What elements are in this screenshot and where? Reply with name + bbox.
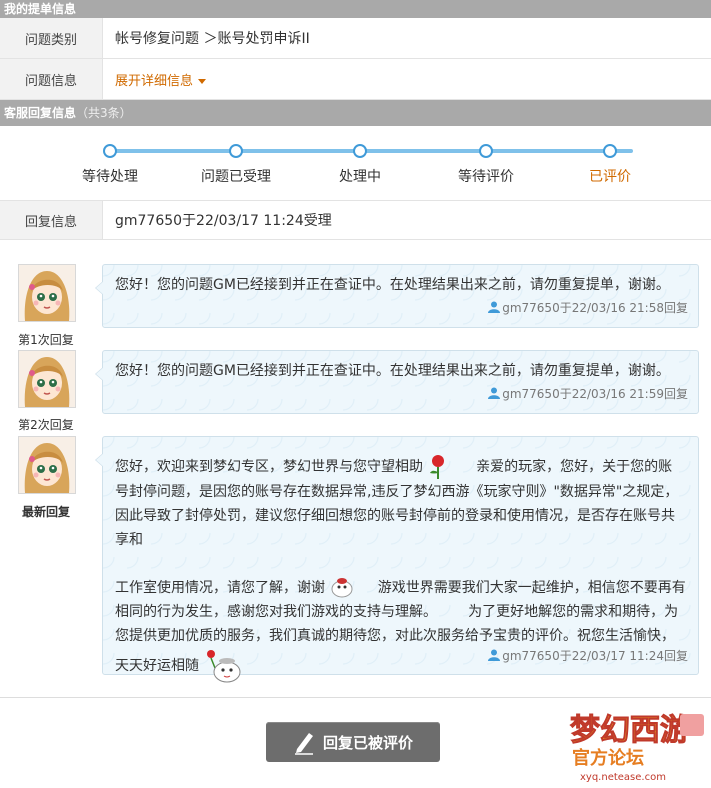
- reply-meta: gm77650于22/03/17 11:24回复: [488, 645, 698, 670]
- pencil-icon: [294, 733, 313, 755]
- progress-step-active: 已评价: [560, 144, 660, 186]
- reply-section-title: 客服回复信息: [4, 106, 77, 120]
- progress-step: 问题已受理: [186, 144, 286, 186]
- ticket-section-title: 我的提单信息: [4, 2, 77, 16]
- avatar-girl-icon: [19, 437, 75, 493]
- progress-tracker: 等待处理 问题已受理 处理中 等待评价 已评价: [0, 126, 711, 201]
- reply-text-part: 您好，欢迎来到梦幻专区，梦幻世界与您守望相助: [115, 459, 423, 475]
- person-icon: [488, 649, 501, 661]
- avatar: [18, 264, 76, 322]
- mascot-icon: [207, 650, 241, 683]
- reply-section-header: 客服回复信息（共3条）: [0, 100, 711, 126]
- rose-icon: [430, 455, 445, 479]
- step-dot: [229, 144, 243, 158]
- svg-text:梦幻西游: 梦幻西游: [570, 713, 690, 748]
- info-label: 问题信息: [0, 59, 103, 99]
- reply-text-part: 工作室使用情况，请您了解，谢谢: [115, 580, 325, 596]
- ticket-section-header: 我的提单信息: [0, 0, 711, 18]
- person-icon: [488, 387, 501, 399]
- reply-bubble: 您好！您的问题GM已经接到并正在查证中。在处理结果出来之前，请勿重复提单，谢谢。…: [95, 264, 699, 328]
- step-dot: [479, 144, 493, 158]
- category-row: 问题类别 帐号修复问题 ＞账号处罚申诉II: [0, 18, 711, 59]
- divider: [0, 697, 711, 698]
- reply-meta-text: gm77650于22/03/16 21:58回复: [502, 301, 688, 315]
- reply-caption: 第1次回复: [18, 333, 74, 347]
- reply-info-label: 回复信息: [0, 201, 103, 239]
- step-label: 已评价: [589, 169, 631, 185]
- category-value: 帐号修复问题 ＞账号处罚申诉II: [115, 31, 310, 47]
- reply-caption: 第2次回复: [18, 418, 74, 432]
- reply-count: （共3条）: [76, 106, 132, 120]
- avatar: [18, 436, 76, 494]
- progress-step: 等待处理: [60, 144, 160, 186]
- avatar-girl-icon: [19, 265, 75, 321]
- rated-button[interactable]: 回复已被评价: [266, 722, 440, 762]
- step-label: 处理中: [339, 169, 381, 185]
- svg-text:官方论坛: 官方论坛: [572, 747, 644, 769]
- person-icon: [488, 301, 501, 313]
- step-label: 问题已受理: [201, 169, 271, 185]
- progress-step: 处理中: [310, 144, 410, 186]
- reply-text: 您好！您的问题GM已经接到并正在查证中。在处理结果出来之前，请勿重复提单，谢谢。: [115, 277, 670, 293]
- reply-bubble-latest: 您好，欢迎来到梦幻专区，梦幻世界与您守望相助 亲爱的玩家，您好，关于您的账号封停…: [95, 436, 699, 683]
- avatar: [18, 350, 76, 408]
- reply-info-row: 回复信息 gm77650于22/03/17 11:24受理: [0, 201, 711, 240]
- game-logo: 梦幻西游 官方论坛 xyq.netease.com: [570, 713, 704, 783]
- reply-text: 您好！您的问题GM已经接到并正在查证中。在处理结果出来之前，请勿重复提单，谢谢。: [115, 363, 670, 379]
- step-label: 等待处理: [82, 169, 138, 185]
- svg-text:xyq.netease.com: xyq.netease.com: [580, 772, 666, 783]
- expand-details-link[interactable]: 展开详细信息: [103, 70, 207, 89]
- reply-meta-text: gm77650于22/03/16 21:59回复: [502, 387, 688, 401]
- reply-meta: gm77650于22/03/16 21:58回复: [103, 297, 698, 322]
- emoticon-icon: [331, 578, 353, 598]
- step-label: 等待评价: [458, 169, 514, 185]
- step-dot: [103, 144, 117, 158]
- reply-text-part: 天天好运相随: [115, 658, 199, 674]
- reply-info-value: gm77650于22/03/17 11:24受理: [115, 213, 332, 229]
- reply-meta: gm77650于22/03/16 21:59回复: [103, 383, 698, 408]
- info-row: 问题信息 展开详细信息: [0, 59, 711, 100]
- step-dot: [353, 144, 367, 158]
- category-label: 问题类别: [0, 18, 103, 58]
- reply-meta-text: gm77650于22/03/17 11:24回复: [502, 649, 688, 663]
- progress-step: 等待评价: [436, 144, 536, 186]
- expand-details-label: 展开详细信息: [115, 73, 194, 89]
- avatar-girl-icon: [19, 351, 75, 407]
- reply-caption-latest: 最新回复: [21, 505, 70, 519]
- reply-bubble: 您好！您的问题GM已经接到并正在查证中。在处理结果出来之前，请勿重复提单，谢谢。…: [95, 350, 699, 414]
- triangle-down-icon: [198, 78, 207, 84]
- step-dot: [603, 144, 617, 158]
- rated-button-label: 回复已被评价: [322, 733, 413, 752]
